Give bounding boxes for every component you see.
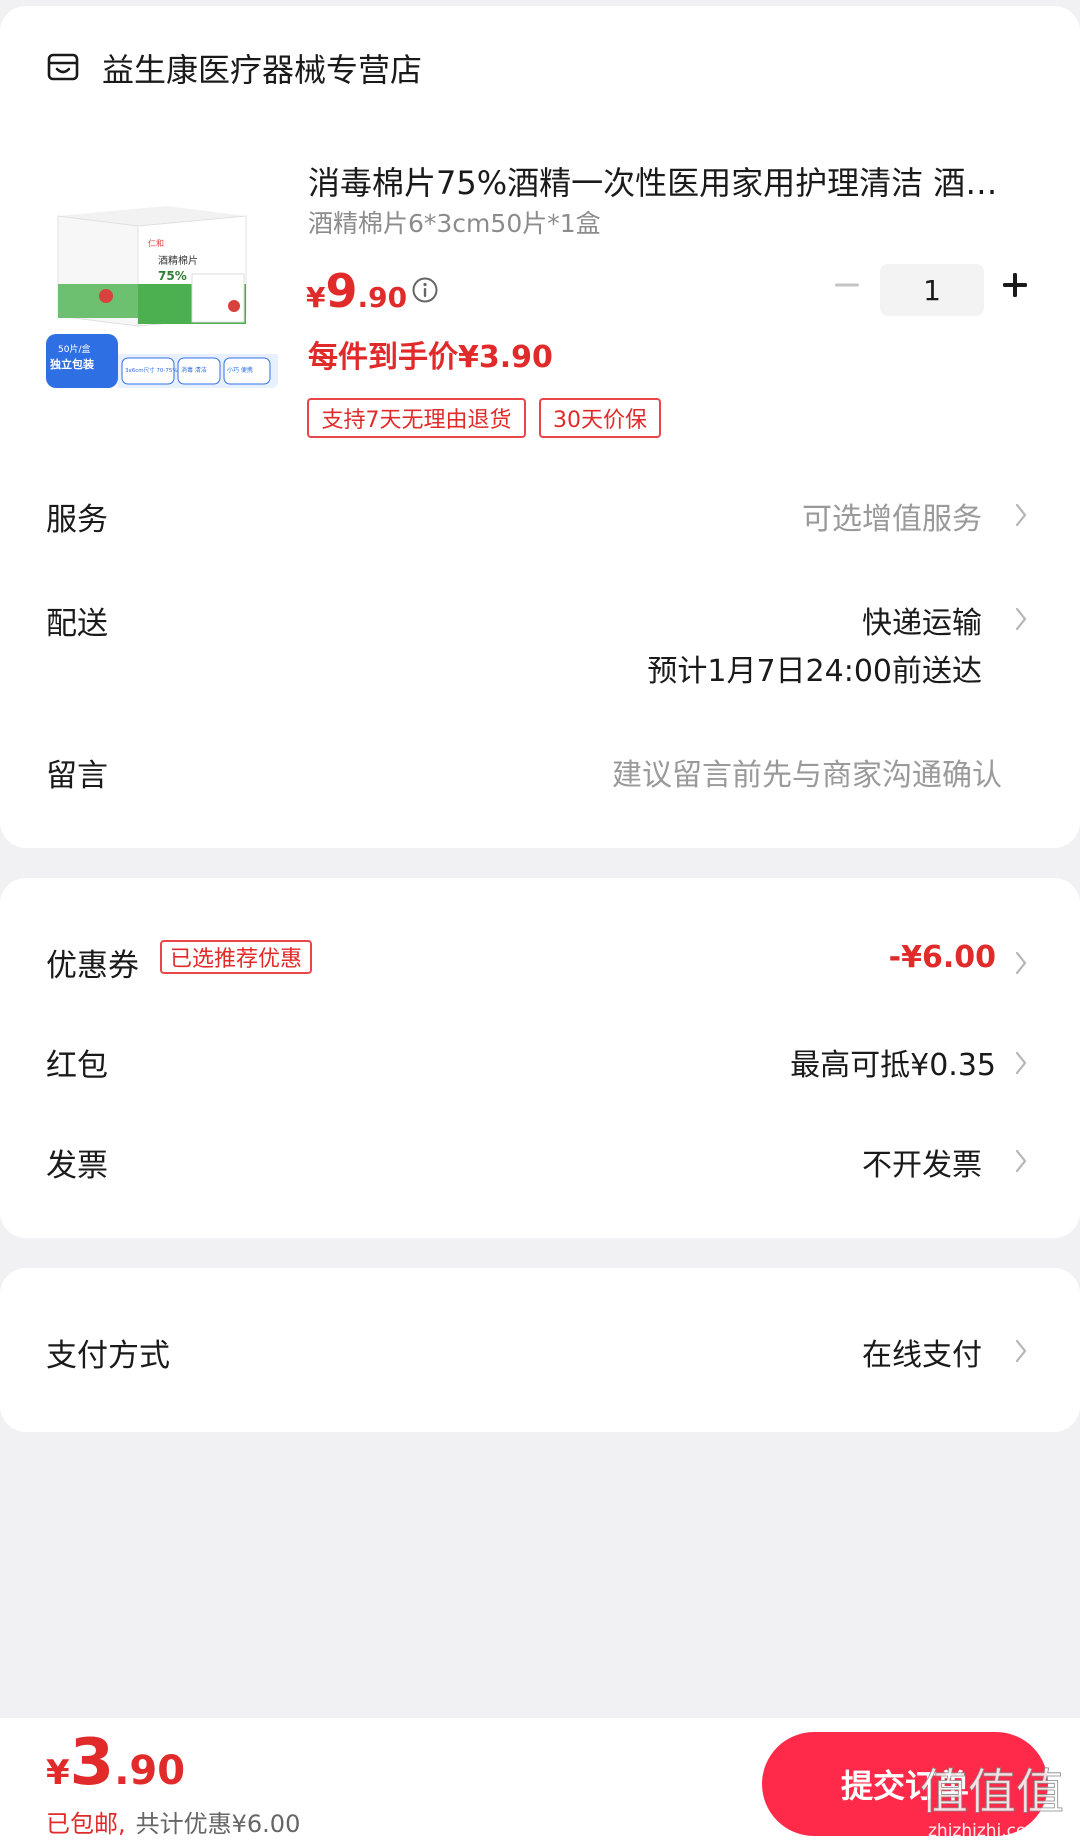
coupon-label: 优惠券 <box>46 948 139 984</box>
chevron-right-icon <box>1015 607 1027 631</box>
quantity-value[interactable]: 1 <box>880 264 984 316</box>
total-decimal: .90 <box>114 1748 186 1794</box>
delivery-method: 快递运输 <box>862 606 982 641</box>
service-label: 服务 <box>46 502 108 538</box>
order-card: 益生康医疗器械专营店 仁和 酒精棉片 75% 50片/盒 独立包装 3x6cm尺… <box>0 6 1080 848</box>
message-label: 留言 <box>46 758 108 794</box>
product-price: ¥ 9 .90 <box>306 264 407 318</box>
product-box-illustration: 仁和 酒精棉片 75% 50片/盒 独立包装 3x6cm尺寸 70-75% 消毒… <box>46 156 278 388</box>
product-image[interactable]: 仁和 酒精棉片 75% 50片/盒 独立包装 3x6cm尺寸 70-75% 消毒… <box>46 156 278 388</box>
chevron-right-icon <box>1015 1149 1027 1173</box>
discount-card: 优惠券 已选推荐优惠 -¥6.00 红包 最高可抵¥0.35 发票 不开发票 <box>0 878 1080 1238</box>
service-value: 可选增值服务 <box>802 502 982 537</box>
submit-order-button[interactable]: 提交订单 <box>762 1732 1048 1836</box>
total-summary: 已包邮, 共计优惠¥6.00 <box>46 1804 300 1839</box>
shipping-free-text: 已包邮, <box>46 1810 126 1838</box>
unit-final-price: 每件到手价¥3.90 <box>308 340 553 375</box>
image-badge-bottom: 独立包装 <box>49 357 94 371</box>
message-input[interactable]: 建议留言前先与商家沟通确认 <box>612 750 1002 794</box>
price-currency: ¥ <box>306 281 326 314</box>
red-packet-label: 红包 <box>46 1048 108 1084</box>
delivery-eta: 预计1月7日24:00前送达 <box>647 654 982 689</box>
total-currency: ¥ <box>46 1753 70 1793</box>
chevron-right-icon <box>1015 1051 1027 1075</box>
image-brand-text: 仁和 <box>148 238 164 248</box>
checkout-bar: ¥ 3 .90 已包邮, 共计优惠¥6.00 提交订单 <box>0 1718 1080 1847</box>
total-integer: 3 <box>69 1726 115 1800</box>
image-chip-3: 小巧 便携 <box>227 366 253 374</box>
red-packet-value: 最高可抵¥0.35 <box>790 1048 996 1083</box>
image-badge-top: 50片/盒 <box>58 343 91 355</box>
payment-value: 在线支付 <box>862 1338 982 1373</box>
info-icon[interactable] <box>411 276 439 304</box>
product-title[interactable]: 消毒棉片75%酒精一次性医用家用护理清洁 酒精棉片 <box>308 158 1008 204</box>
store-header[interactable]: 益生康医疗器械专营店 <box>46 44 422 92</box>
invoice-value: 不开发票 <box>862 1148 982 1183</box>
total-savings-text: 共计优惠¥6.00 <box>135 1810 301 1838</box>
quantity-decrease-button[interactable] <box>830 268 864 302</box>
quantity-increase-button[interactable] <box>998 268 1032 302</box>
return-policy-tag: 支持7天无理由退货 <box>307 398 526 438</box>
image-chip-2: 消毒 清洁 <box>181 366 207 374</box>
price-decimal: .90 <box>357 281 408 314</box>
coupon-selected-badge: 已选推荐优惠 <box>160 940 313 974</box>
store-icon <box>47 53 79 81</box>
coupon-value: -¥6.00 <box>888 940 996 975</box>
delivery-label: 配送 <box>46 606 108 642</box>
invoice-label: 发票 <box>46 1148 108 1184</box>
chevron-right-icon <box>1015 503 1027 527</box>
store-name[interactable]: 益生康医疗器械专营店 <box>102 45 422 91</box>
image-percent-text: 75% <box>158 269 187 283</box>
chevron-right-icon <box>1015 1339 1027 1363</box>
payment-label: 支付方式 <box>46 1338 170 1374</box>
price-integer: 9 <box>325 264 358 318</box>
image-name-text: 酒精棉片 <box>158 254 198 267</box>
image-chip-1: 3x6cm尺寸 70-75% <box>125 366 178 374</box>
chevron-right-icon <box>1015 951 1027 975</box>
price-protection-tag: 30天价保 <box>539 398 661 438</box>
product-sku[interactable]: 酒精棉片6*3cm50片*1盒 <box>308 204 601 240</box>
total-price: ¥ 3 .90 <box>46 1726 185 1800</box>
payment-card: 支付方式 在线支付 <box>0 1268 1080 1432</box>
